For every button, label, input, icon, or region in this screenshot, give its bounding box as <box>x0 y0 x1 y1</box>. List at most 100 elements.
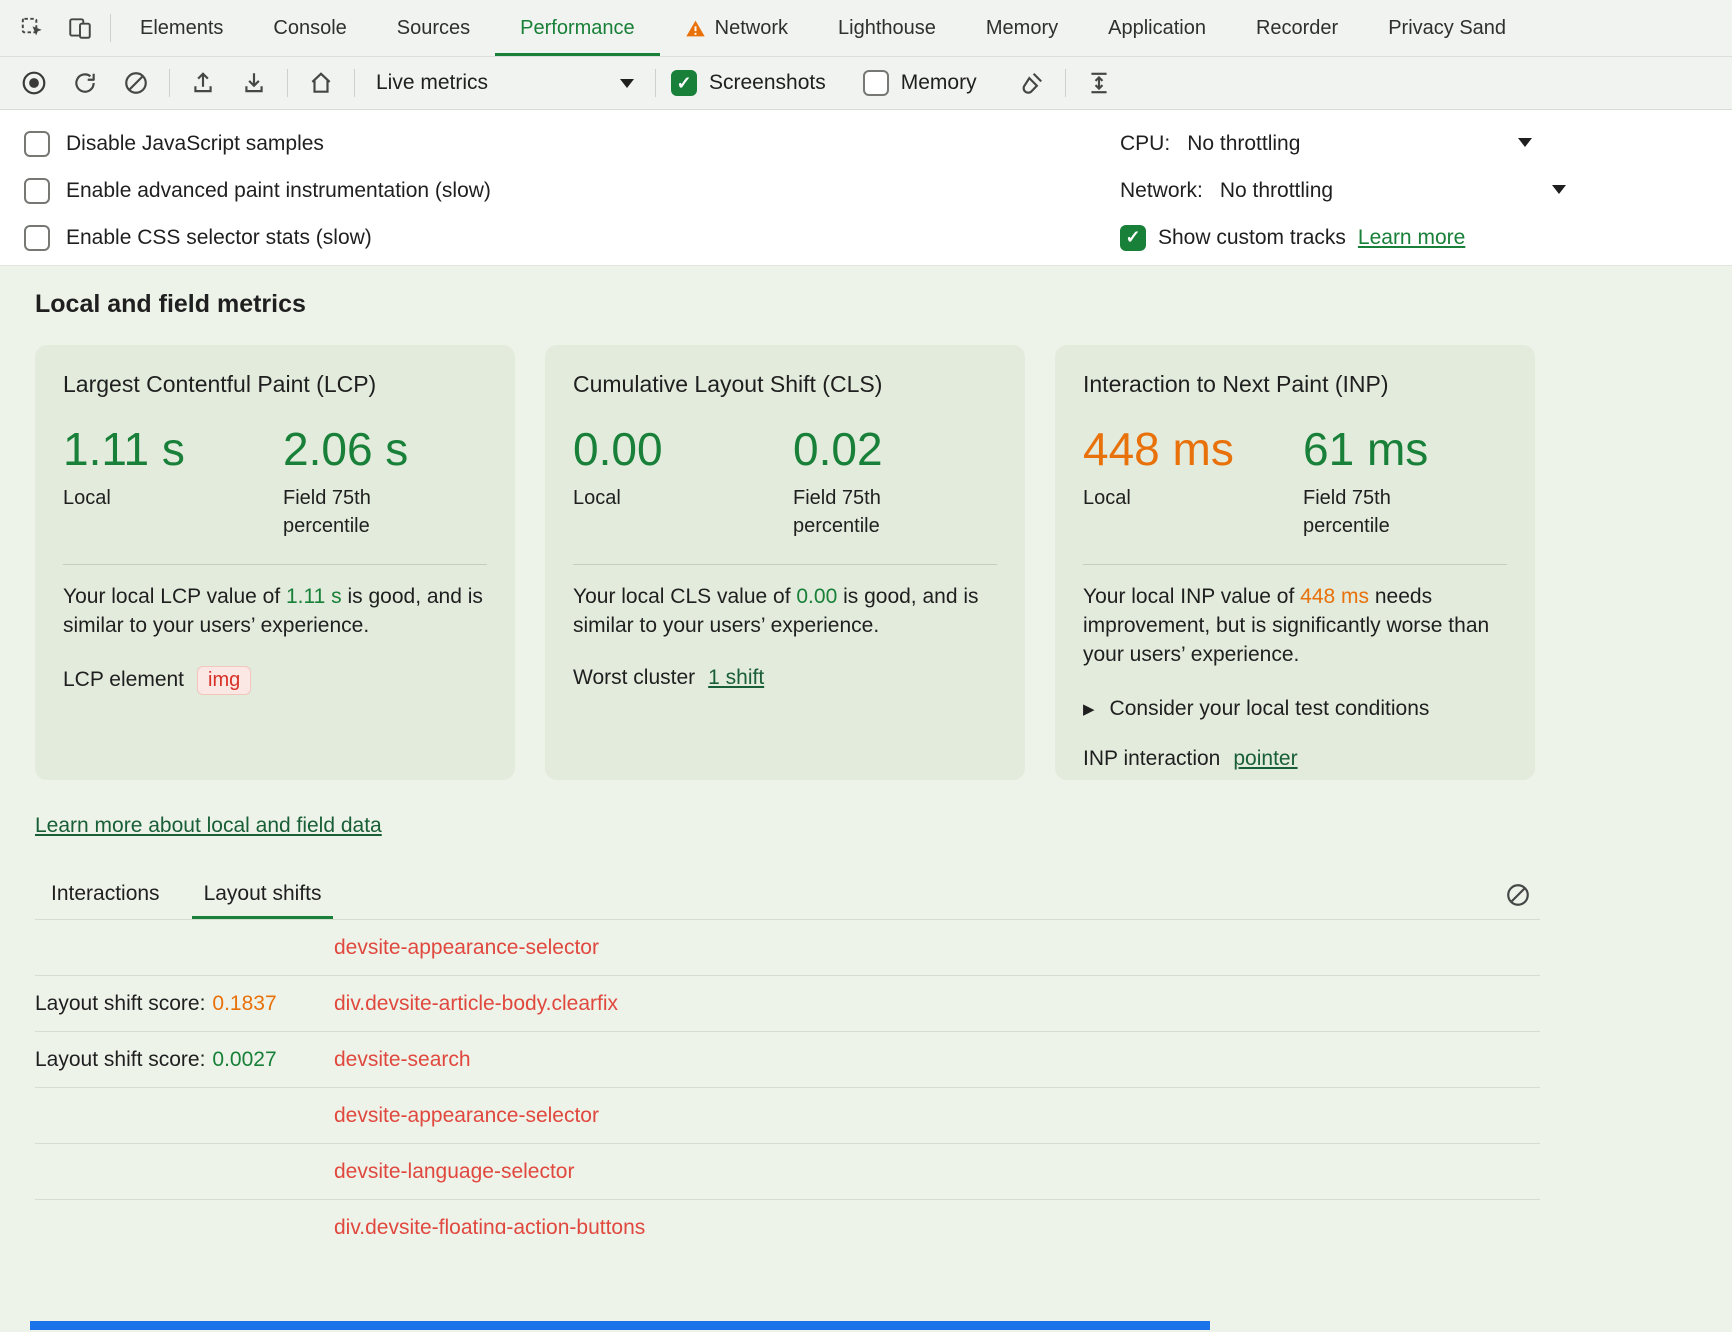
layout-shift-element-link[interactable]: devsite-appearance-selector <box>334 1104 599 1128</box>
tab-elements[interactable]: Elements <box>115 0 248 56</box>
learn-more-row: Learn more about local and field data <box>35 814 1540 838</box>
inp-local-value: 448 ms <box>1083 424 1303 475</box>
inp-field-column: 61 ms Field 75th percentile <box>1303 424 1428 540</box>
show-custom-tracks-checkbox[interactable]: ✓ <box>1120 225 1146 251</box>
worst-cluster-label: Worst cluster <box>573 666 695 690</box>
save-profile-icon[interactable] <box>236 65 272 101</box>
score-cell <box>35 1104 334 1128</box>
home-icon[interactable] <box>303 65 339 101</box>
record-and-reload-icon[interactable] <box>67 65 103 101</box>
inp-interaction-link[interactable]: pointer <box>1233 747 1297 771</box>
worst-cluster-link[interactable]: 1 shift <box>708 666 764 690</box>
screenshots-checkbox[interactable]: ✓ Screenshots <box>671 70 826 96</box>
lcp-local-label: Local <box>63 484 283 512</box>
score-cell <box>35 936 334 960</box>
layout-shift-row[interactable]: devsite-language-selector <box>35 1144 1540 1200</box>
chevron-down-icon <box>1552 185 1566 194</box>
metric-cards: Largest Contentful Paint (LCP) 1.11 s Lo… <box>35 345 1540 780</box>
cpu-label: CPU: <box>1120 132 1170 156</box>
tab-application[interactable]: Application <box>1083 0 1231 56</box>
load-profile-icon[interactable] <box>185 65 221 101</box>
cpu-throttling-select[interactable]: CPU: No throttling <box>1120 120 1572 167</box>
devtools-tabbar: Elements Console Sources Performance Net… <box>0 0 1732 57</box>
score-cell <box>35 1216 334 1235</box>
tab-label: Memory <box>986 17 1058 40</box>
record-button[interactable] <box>16 65 52 101</box>
score-label: Layout shift score: <box>35 1048 205 1071</box>
tab-recorder[interactable]: Recorder <box>1231 0 1363 56</box>
tab-privacy-sandbox[interactable]: Privacy Sand <box>1363 0 1531 56</box>
local-field-data-learn-more-link[interactable]: Learn more about local and field data <box>35 814 382 838</box>
inspect-element-icon[interactable] <box>14 10 50 46</box>
inp-local-column: 448 ms Local <box>1083 424 1303 540</box>
layout-shift-row[interactable]: devsite-appearance-selector <box>35 920 1540 976</box>
layout-shift-row[interactable]: div.devsite-floating-action-buttons <box>35 1200 1540 1234</box>
tab-memory[interactable]: Memory <box>961 0 1083 56</box>
network-value: No throttling <box>1220 179 1333 203</box>
tab-label: Console <box>273 17 346 40</box>
lcp-field-column: 2.06 s Field 75th percentile <box>283 424 408 540</box>
performance-toolbar: Live metrics ✓ Screenshots Memory <box>0 57 1732 110</box>
inp-field-value: 61 ms <box>1303 424 1428 475</box>
layout-shift-row[interactable]: Layout shift score:0.0027 devsite-search <box>35 1032 1540 1088</box>
local-test-conditions-disclosure[interactable]: ▶ Consider your local test conditions <box>1083 697 1507 721</box>
lcp-element-node-link[interactable]: img <box>197 666 251 695</box>
clear-icon[interactable] <box>118 65 154 101</box>
tab-label: Lighthouse <box>838 17 936 40</box>
tab-label: Privacy Sand <box>1388 17 1506 40</box>
memory-label: Memory <box>901 71 977 95</box>
memory-checkbox[interactable]: Memory <box>863 70 977 96</box>
lcp-field-value: 2.06 s <box>283 424 408 475</box>
local-test-conditions-label: Consider your local test conditions <box>1110 697 1430 721</box>
tab-performance[interactable]: Performance <box>495 0 660 56</box>
card-divider <box>573 564 997 565</box>
lcp-values: 1.11 s Local 2.06 s Field 75th percentil… <box>63 424 487 540</box>
tab-label: Recorder <box>1256 17 1338 40</box>
tab-label: Performance <box>520 17 635 40</box>
disable-js-samples-label: Disable JavaScript samples <box>66 132 324 156</box>
tab-layout-shifts[interactable]: Layout shifts <box>192 882 334 919</box>
chevron-down-icon <box>1518 138 1532 147</box>
inp-values: 448 ms Local 61 ms Field 75th percentile <box>1083 424 1507 540</box>
custom-tracks-learn-more-link[interactable]: Learn more <box>1358 226 1465 250</box>
tab-lighthouse[interactable]: Lighthouse <box>813 0 961 56</box>
tab-console[interactable]: Console <box>248 0 371 56</box>
layout-shift-row[interactable]: devsite-appearance-selector <box>35 1088 1540 1144</box>
tab-label: Sources <box>397 17 470 40</box>
gc-icon[interactable] <box>1014 65 1050 101</box>
checkbox-unchecked-icon <box>24 131 50 157</box>
network-label: Network: <box>1120 179 1203 203</box>
network-throttling-select[interactable]: Network: No throttling <box>1120 167 1572 214</box>
layout-shift-row[interactable]: Layout shift score:0.1837 div.devsite-ar… <box>35 976 1540 1032</box>
tabbar-divider <box>110 14 111 42</box>
screenshots-label: Screenshots <box>709 71 826 95</box>
layout-shift-element-link[interactable]: devsite-language-selector <box>334 1160 574 1184</box>
clear-log-icon[interactable] <box>1500 877 1536 913</box>
throttling-settings: CPU: No throttling Network: No throttlin… <box>1120 120 1572 261</box>
layout-shift-element-link[interactable]: div.devsite-article-body.clearfix <box>334 992 618 1016</box>
lcp-element-row: LCP element img <box>63 666 487 695</box>
layout-shift-element-link[interactable]: devsite-search <box>334 1048 471 1072</box>
log-tabs: Interactions Layout shifts <box>35 876 1540 920</box>
tab-interactions[interactable]: Interactions <box>39 882 172 919</box>
lcp-field-label: Field 75th percentile <box>283 484 405 540</box>
layout-shift-element-link[interactable]: devsite-appearance-selector <box>334 936 599 960</box>
inp-card: Interaction to Next Paint (INP) 448 ms L… <box>1055 345 1535 780</box>
toolbar-divider <box>169 69 170 97</box>
inp-local-label: Local <box>1083 484 1303 512</box>
live-metrics-select[interactable]: Live metrics <box>370 69 640 97</box>
description-text: Your local INP value of <box>1083 585 1300 608</box>
tab-sources[interactable]: Sources <box>372 0 495 56</box>
cls-worst-cluster-row: Worst cluster 1 shift <box>573 666 997 690</box>
device-toolbar-icon[interactable] <box>62 10 98 46</box>
cls-local-value: 0.00 <box>573 424 793 475</box>
capture-settings: Disable JavaScript samples Enable advanc… <box>0 110 1732 266</box>
layout-shift-element-link[interactable]: div.devsite-floating-action-buttons <box>334 1216 645 1235</box>
inp-field-label: Field 75th percentile <box>1303 484 1425 540</box>
expand-collapse-icon[interactable] <box>1081 65 1117 101</box>
description-text: Your local CLS value of <box>573 585 796 608</box>
cls-local-column: 0.00 Local <box>573 424 793 540</box>
tab-network[interactable]: Network <box>660 0 813 56</box>
toolbar-divider <box>287 69 288 97</box>
live-metrics-label: Live metrics <box>376 71 488 95</box>
